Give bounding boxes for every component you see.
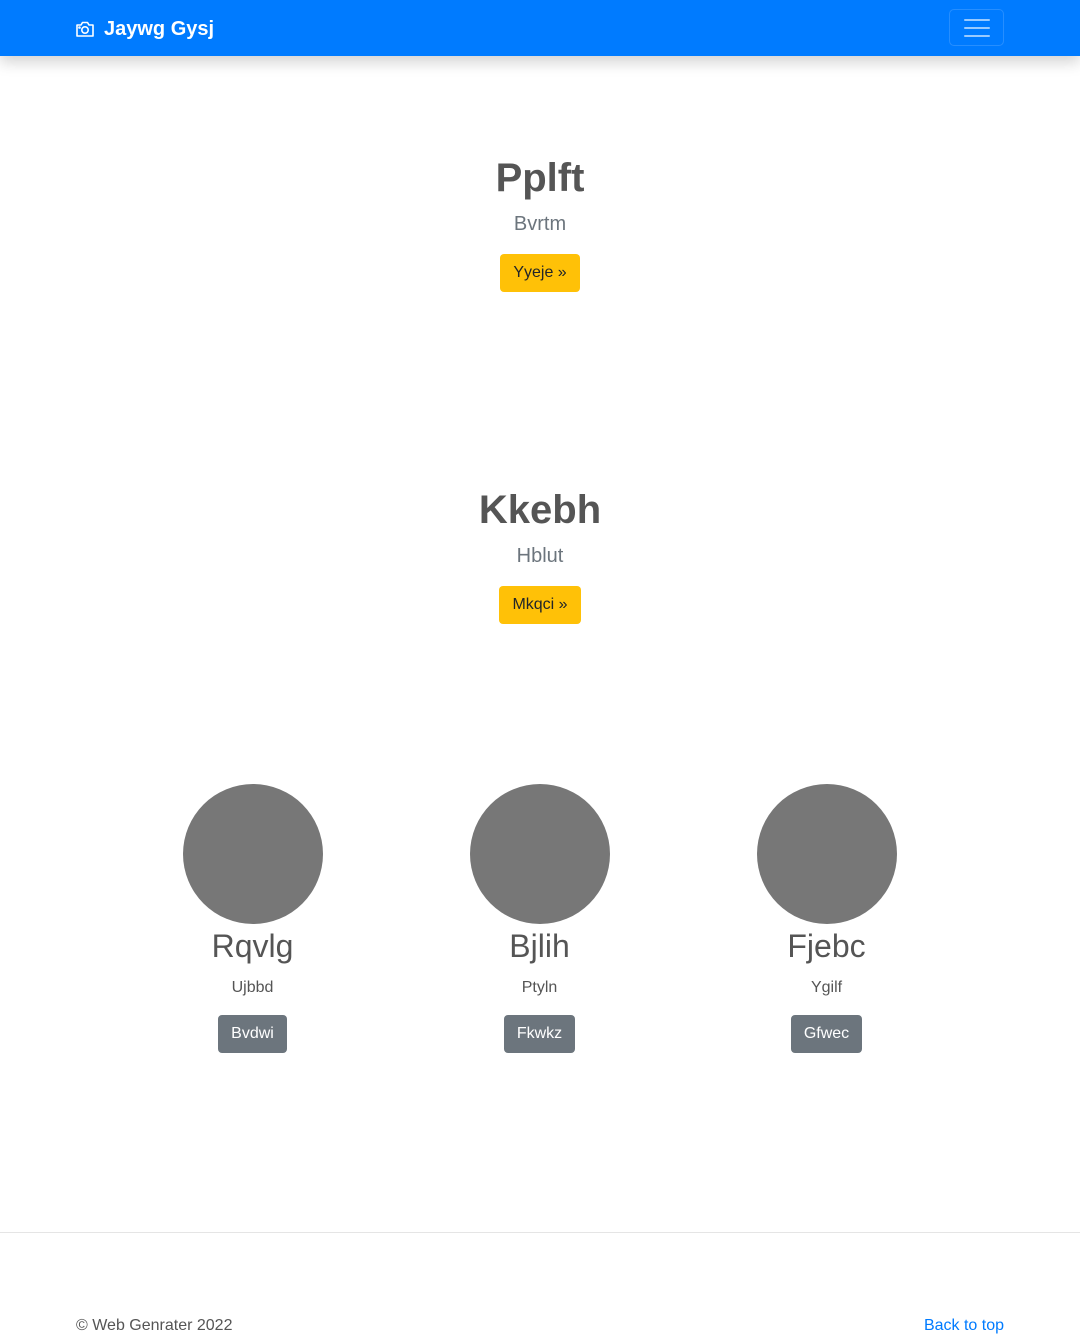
navbar: Jaywg Gysj — [0, 0, 1080, 56]
brand-name: Jaywg Gysj — [104, 17, 215, 40]
column-button[interactable]: Fkwkz — [503, 1015, 576, 1053]
column-heading: Bjlih — [509, 928, 570, 964]
column-heading: Fjebc — [787, 928, 866, 964]
avatar-placeholder — [469, 784, 610, 924]
column-text: Ygilf — [810, 979, 843, 996]
column-button[interactable]: Gfwec — [790, 1015, 863, 1053]
feature-column: Bjlih Ptyln Fkwkz — [396, 784, 683, 1053]
feature-column: Rqvlg Ujbbd Bvdwi — [109, 784, 396, 1053]
hero-title: Kkebh — [478, 488, 602, 532]
column-button[interactable]: Bvdwi — [218, 1015, 287, 1053]
feature-column: Fjebc Ygilf Gfwec — [683, 784, 970, 1053]
hero-section-2: Kkebh Hblut Mkqci » — [0, 486, 1080, 624]
hamburger-line — [964, 27, 990, 29]
column-heading: Rqvlg — [211, 928, 294, 964]
hero-subtitle: Hblut — [516, 545, 564, 567]
camera-icon — [75, 20, 95, 38]
hero-section-1: Pplft Bvrtm Yyeje » — [0, 154, 1080, 292]
footer-divider — [0, 1232, 1080, 1233]
hero-title: Pplft — [495, 156, 585, 200]
hero-subtitle: Bvrtm — [513, 213, 567, 235]
hamburger-line — [964, 35, 990, 37]
copyright-text: © Web Genrater 2022 — [76, 1317, 233, 1334]
hero-button[interactable]: Mkqci » — [499, 586, 581, 624]
hamburger-menu-icon — [964, 19, 990, 21]
brand-link[interactable]: Jaywg Gysj — [75, 14, 214, 44]
navbar-toggler-button[interactable] — [949, 9, 1004, 46]
avatar-placeholder — [756, 784, 897, 924]
back-to-top-link[interactable]: Back to top — [924, 1316, 1004, 1336]
column-text: Ujbbd — [231, 979, 274, 996]
column-text: Ptyln — [521, 979, 558, 996]
hero-button[interactable]: Yyeje » — [500, 254, 580, 292]
avatar-placeholder — [182, 784, 323, 924]
